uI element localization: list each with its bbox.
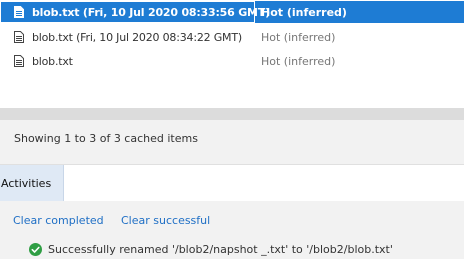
clear-successful-link[interactable]: Clear successful <box>121 214 210 227</box>
access-tier-cell: Hot (inferred) <box>261 30 336 44</box>
horizontal-scrollbar[interactable] <box>0 108 464 120</box>
blob-list: blob.txt (Fri, 10 Jul 2020 08:33:56 GMT)… <box>0 0 464 108</box>
blob-name: blob.txt (Fri, 10 Jul 2020 08:33:56 GMT) <box>32 5 270 19</box>
panel-divider <box>0 156 464 164</box>
blob-row-2[interactable]: blob.txt (Fri, 10 Jul 2020 08:34:22 GMT)… <box>0 26 464 48</box>
access-tier-cell: Hot (inferred) <box>261 54 336 68</box>
success-check-icon <box>29 243 42 256</box>
document-icon <box>14 6 24 18</box>
activities-panel: Clear completed Clear successful Success… <box>0 201 464 259</box>
access-tier-cell: Hot (inferred) <box>261 5 347 19</box>
document-icon <box>14 55 24 67</box>
storage-explorer-window: blob.txt (Fri, 10 Jul 2020 08:33:56 GMT)… <box>0 0 464 259</box>
activity-item: Successfully renamed '/blob2/napshot _.t… <box>29 243 393 256</box>
blob-row-1[interactable]: blob.txt (Fri, 10 Jul 2020 08:33:56 GMT)… <box>0 1 464 23</box>
tab-activities[interactable]: Activities <box>0 165 64 201</box>
cached-items-status: Showing 1 to 3 of 3 cached items <box>14 132 198 145</box>
activity-message: Successfully renamed '/blob2/napshot _.t… <box>48 243 393 256</box>
blob-row-3[interactable]: blob.txt Hot (inferred) <box>0 50 464 72</box>
blob-name: blob.txt (Fri, 10 Jul 2020 08:34:22 GMT) <box>32 30 242 44</box>
blob-name-cell[interactable]: blob.txt (Fri, 10 Jul 2020 08:33:56 GMT) <box>0 1 270 23</box>
document-icon <box>14 31 24 43</box>
blob-name-cell[interactable]: blob.txt (Fri, 10 Jul 2020 08:34:22 GMT) <box>0 26 255 48</box>
blob-name-cell[interactable]: blob.txt <box>0 50 255 72</box>
bottom-panel-tabs: Activities <box>0 164 464 201</box>
status-bar: Showing 1 to 3 of 3 cached items <box>0 120 464 156</box>
clear-completed-link[interactable]: Clear completed <box>13 214 104 227</box>
tab-activities-label: Activities <box>1 176 52 190</box>
blob-name: blob.txt <box>32 54 73 68</box>
